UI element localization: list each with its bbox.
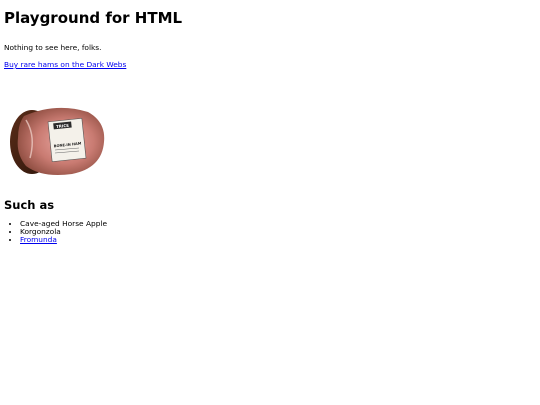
buy-hams-link[interactable]: Buy rare hams on the Dark Webs: [4, 60, 126, 69]
page-title: Playground for HTML: [4, 9, 183, 27]
page-body: Playground for HTML Nothing to see here,…: [0, 10, 540, 244]
list-item: Cave-aged Horse Apple: [20, 220, 536, 228]
intro-text: Nothing to see here, folks.: [4, 43, 102, 52]
list-item: Korgonzola: [20, 228, 536, 236]
ham-image: TRICE BONE-IN HAM: [10, 107, 105, 175]
list-item: Fromunda: [20, 236, 536, 244]
fromunda-link[interactable]: Fromunda: [20, 235, 57, 244]
examples-list: Cave-aged Horse Apple Korgonzola Fromund…: [4, 220, 536, 244]
section-heading: Such as: [4, 198, 55, 212]
